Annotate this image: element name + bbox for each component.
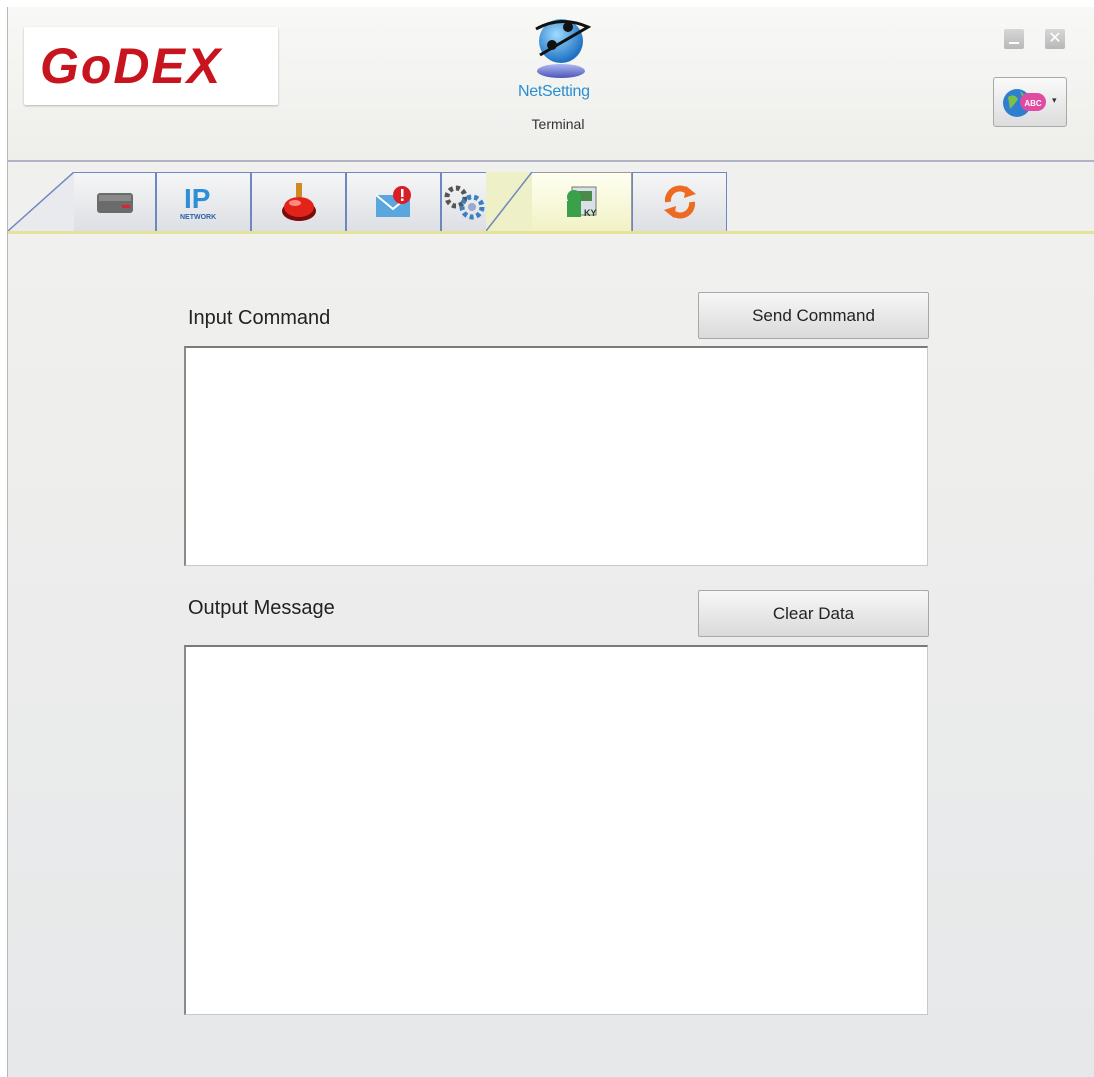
output-message-field[interactable] xyxy=(184,645,928,1015)
tab-bar: IP NETWORK KY xyxy=(8,162,1094,234)
tab-alarm[interactable] xyxy=(251,172,346,231)
tab-printer[interactable] xyxy=(74,172,156,231)
svg-text:NETWORK: NETWORK xyxy=(180,214,216,221)
svg-text:ABC: ABC xyxy=(1024,99,1042,108)
ip-network-icon: IP NETWORK xyxy=(180,183,216,221)
svg-text:KY: KY xyxy=(584,208,597,218)
red-alarm-icon xyxy=(281,183,316,221)
printer-icon xyxy=(96,193,133,213)
tab-edge-decoration xyxy=(486,172,536,232)
svg-text:GoDEX: GoDEX xyxy=(40,39,223,93)
tab-ip-network[interactable]: IP NETWORK xyxy=(156,172,251,231)
tab-strip-underline xyxy=(8,231,1094,234)
app-header: GoDEX NetSetting Terminal ✕ ABC ▾ xyxy=(8,7,1094,162)
godex-logo-mark: GoDEX xyxy=(40,39,223,93)
minimize-icon[interactable] xyxy=(1004,29,1024,49)
netsetting-globe-icon xyxy=(535,19,592,78)
godex-logo: GoDEX xyxy=(24,27,278,105)
mail-alert-icon xyxy=(374,186,411,217)
gears-icon xyxy=(444,185,485,220)
input-command-label: Input Command xyxy=(188,307,331,329)
svg-text:IP: IP xyxy=(184,183,210,214)
language-button[interactable]: ABC ▾ xyxy=(993,77,1067,127)
input-command-field[interactable] xyxy=(184,346,928,566)
output-message-label: Output Message xyxy=(188,597,335,619)
chevron-down-icon: ▾ xyxy=(1052,95,1057,105)
tab-edge-decoration xyxy=(8,172,78,232)
tab-terminal[interactable]: KY xyxy=(532,172,632,231)
send-command-button[interactable]: Send Command xyxy=(698,292,929,339)
globe-abc-icon: ABC xyxy=(1003,89,1046,117)
clear-data-button[interactable]: Clear Data xyxy=(698,590,929,637)
page-title: Terminal xyxy=(531,116,585,132)
tab-update[interactable] xyxy=(632,172,727,231)
netsetting-window: GoDEX NetSetting Terminal ✕ ABC ▾ IP NET… xyxy=(7,7,1094,1077)
tab-mail-alert[interactable] xyxy=(346,172,441,231)
tab-settings[interactable] xyxy=(441,172,486,231)
app-name: NetSetting xyxy=(518,83,590,100)
close-icon[interactable]: ✕ xyxy=(1045,29,1065,49)
terminal-icon: KY xyxy=(566,186,597,218)
refresh-icon xyxy=(663,185,696,219)
